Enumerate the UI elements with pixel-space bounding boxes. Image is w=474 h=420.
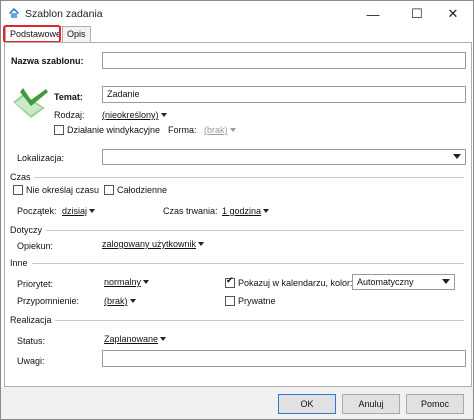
- divider: [55, 320, 464, 321]
- template-name-label: Nazwa szablonu:: [11, 56, 84, 66]
- task-checkmark-icon: [13, 88, 48, 118]
- section-other: Inne: [10, 258, 28, 268]
- topic-input[interactable]: Zadanie: [102, 86, 466, 103]
- calendar-color-select[interactable]: Automatyczny: [352, 274, 455, 290]
- form-dropdown[interactable]: (brak): [204, 125, 236, 135]
- duration-value: 1 godzina: [222, 206, 262, 216]
- status-value: Zaplanowane: [104, 334, 159, 344]
- dialog-window: Szablon zadania — ☐ ✕ Podstawowe Opis Na…: [0, 0, 474, 420]
- section-realization: Realizacja: [10, 315, 52, 325]
- reminder-value: (brak): [104, 296, 128, 306]
- chevron-down-icon: [442, 279, 450, 284]
- tab-label: Opis: [67, 29, 86, 39]
- topic-value: Zadanie: [107, 89, 140, 99]
- divider: [34, 177, 464, 178]
- maximize-button[interactable]: ☐: [397, 1, 437, 27]
- section-concerns: Dotyczy: [10, 225, 43, 235]
- close-button[interactable]: ✕: [433, 1, 473, 27]
- kind-value: (nieokreślony): [102, 110, 159, 120]
- minimize-button[interactable]: —: [353, 1, 393, 27]
- help-label: Pomoc: [420, 399, 449, 409]
- private-label: Prywatne: [238, 296, 276, 306]
- ok-button[interactable]: OK: [278, 394, 336, 414]
- dropdown-arrow-icon: [229, 128, 236, 132]
- form-label: Forma:: [168, 125, 197, 135]
- maximize-icon: ☐: [411, 6, 423, 21]
- priority-value: normalny: [104, 277, 142, 287]
- private-checkbox[interactable]: [225, 296, 235, 306]
- form-value: (brak): [204, 125, 228, 135]
- dropdown-arrow-icon: [129, 299, 136, 303]
- notes-label: Uwagi:: [17, 356, 45, 366]
- notes-input[interactable]: [102, 350, 466, 367]
- priority-label: Priorytet:: [17, 279, 54, 289]
- duration-label: Czas trwania:: [163, 206, 218, 216]
- ok-label: OK: [300, 399, 314, 409]
- minimize-icon: —: [366, 6, 380, 22]
- divider: [46, 230, 464, 231]
- location-label: Lokalizacja:: [17, 153, 65, 163]
- start-dropdown[interactable]: dzisiaj: [62, 206, 96, 216]
- tab-highlight: [3, 25, 61, 43]
- reminder-label: Przypomnienie:: [17, 296, 80, 306]
- divider: [32, 263, 464, 264]
- start-label: Początek:: [17, 206, 57, 216]
- duration-dropdown[interactable]: 1 godzina: [222, 206, 270, 216]
- title-bar: Szablon zadania — ☐ ✕: [1, 1, 473, 27]
- calendar-color-value: Automatyczny: [357, 277, 414, 287]
- unspecified-time-checkbox[interactable]: [13, 185, 23, 195]
- dropdown-arrow-icon: [160, 113, 167, 117]
- chevron-down-icon: [453, 154, 461, 159]
- help-button[interactable]: Pomoc: [406, 394, 464, 414]
- dropdown-arrow-icon: [89, 209, 96, 213]
- status-dropdown[interactable]: Zaplanowane: [104, 334, 167, 344]
- collection-action-label: Działanie windykacyjne: [67, 125, 161, 135]
- dropdown-arrow-icon: [160, 337, 167, 341]
- show-in-calendar-checkbox[interactable]: [225, 276, 235, 288]
- reminder-dropdown[interactable]: (brak): [104, 296, 136, 306]
- dropdown-arrow-icon: [263, 209, 270, 213]
- kind-dropdown[interactable]: (nieokreślony): [102, 110, 167, 120]
- window-title: Szablon zadania: [25, 8, 103, 20]
- start-value: dzisiaj: [62, 206, 88, 216]
- dropdown-arrow-icon: [143, 280, 150, 284]
- caretaker-dropdown[interactable]: zalogowany użytkownik: [102, 239, 205, 249]
- app-icon: [9, 8, 19, 18]
- tab-opis[interactable]: Opis: [62, 26, 91, 42]
- caretaker-value: zalogowany użytkownik: [102, 239, 197, 249]
- location-combo[interactable]: [102, 149, 466, 165]
- template-name-input[interactable]: [102, 52, 466, 69]
- kind-label: Rodzaj:: [54, 110, 85, 120]
- cancel-label: Anuluj: [358, 399, 384, 409]
- all-day-label: Całodzienne: [117, 185, 168, 195]
- caretaker-label: Opiekun:: [17, 241, 54, 251]
- button-bar: [1, 387, 473, 419]
- priority-dropdown[interactable]: normalny: [104, 277, 150, 287]
- topic-label: Temat:: [54, 92, 83, 102]
- unspecified-time-label: Nie określaj czasu: [26, 185, 100, 195]
- cancel-button[interactable]: Anuluj: [342, 394, 400, 414]
- all-day-checkbox[interactable]: [104, 185, 114, 195]
- close-icon: ✕: [447, 6, 459, 21]
- dropdown-arrow-icon: [198, 242, 205, 246]
- section-time: Czas: [10, 172, 31, 182]
- show-in-calendar-label: Pokazuj w kalendarzu, kolor:: [238, 278, 353, 288]
- collection-action-checkbox[interactable]: [54, 125, 64, 135]
- status-label: Status:: [17, 336, 46, 346]
